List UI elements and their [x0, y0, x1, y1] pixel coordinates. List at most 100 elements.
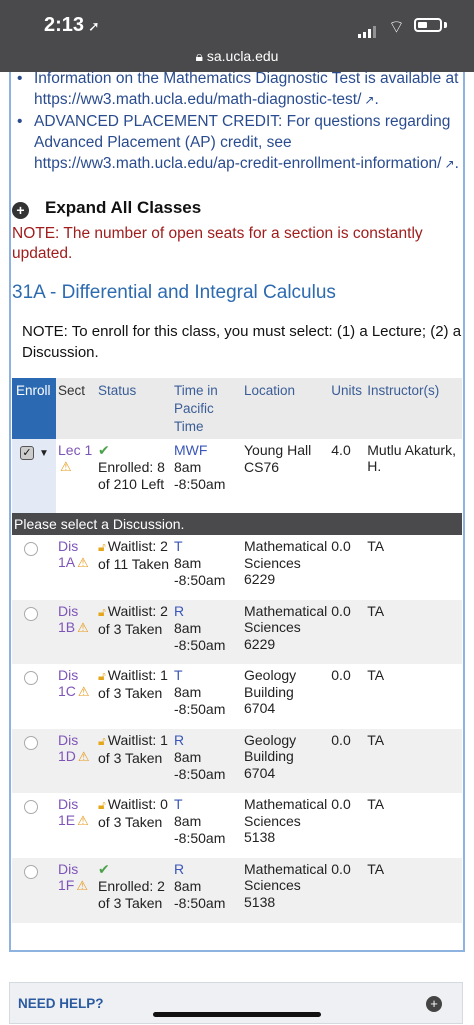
check-icon: ✔	[98, 442, 110, 458]
location-link[interactable]: Geology Building 6704	[242, 728, 330, 794]
location-link[interactable]: Mathematical Sciences 5138	[242, 857, 330, 923]
section-link[interactable]: Dis 1C	[58, 667, 78, 699]
units-text: 0.0	[329, 599, 366, 665]
instructor-text: TA	[365, 599, 462, 665]
discussion-row: Dis 1F ⚠ ✔ Enrolled: 2 of 3 Taken R 8am -8:50…	[12, 857, 462, 923]
external-link-icon: ↗	[444, 157, 455, 171]
discussion-radio[interactable]	[24, 864, 38, 879]
instructor-text: Mutlu Akaturk, H.	[365, 439, 462, 513]
need-help-panel[interactable]: NEED HELP? +	[9, 982, 463, 1024]
section-link[interactable]: Dis 1B	[58, 603, 78, 635]
cellular-signal-icon	[358, 20, 378, 38]
unlocked-padlock-icon: 🔓︎	[98, 604, 106, 619]
instructor-text: TA	[365, 857, 462, 923]
unlocked-padlock-icon: 🔓︎	[98, 669, 106, 684]
lecture-checkbox[interactable]: ✓	[20, 446, 34, 460]
math-diagnostic-link[interactable]: https://ww3.math.ucla.edu/math-diagnosti…	[34, 91, 361, 108]
units-text: 0.0	[329, 664, 366, 729]
header-sect: Sect	[58, 383, 86, 398]
time-text: 8am -8:50am	[174, 459, 226, 492]
time-text: 8am -8:50am	[174, 619, 226, 653]
location-link[interactable]: Geology Building 6704	[242, 664, 330, 729]
units-text: 0.0	[329, 728, 366, 794]
status-text: Waitlist: 1 of 3 Taken	[98, 731, 168, 766]
header-instructor: Instructor(s)	[367, 383, 440, 398]
units-text: 0.0	[329, 857, 366, 923]
discussion-radio[interactable]	[24, 735, 38, 750]
discussion-radio[interactable]	[24, 800, 38, 815]
discussion-row: Dis 1A ⚠ 🔓︎ Waitlist: 2 of 11 Taken T 8am -8:…	[12, 535, 462, 600]
discussion-radio[interactable]	[24, 542, 38, 556]
time-text: 8am -8:50am	[174, 877, 226, 911]
lecture-row: ✓ ▼ Lec 1 ⚠ ✔ Enrolled: 8 of 210 Left MWF 8a…	[12, 439, 462, 513]
location-link[interactable]: Young Hall CS76	[242, 439, 330, 513]
ap-credit-link[interactable]: https://ww3.math.ucla.edu/ap-credit-enro…	[34, 155, 442, 172]
discussion-row: Dis 1D ⚠ 🔓︎ Waitlist: 1 of 3 Taken R 8am -8:5…	[12, 728, 462, 794]
status-text: Enrolled: 2 of 3 Taken	[98, 877, 165, 911]
location-link[interactable]: Mathematical Sciences 6229	[242, 599, 330, 665]
days-link[interactable]: T	[174, 796, 183, 812]
location-link[interactable]: Mathematical Sciences 5138	[242, 793, 330, 858]
discussion-row: Dis 1E ⚠ 🔓︎ Waitlist: 0 of 3 Taken T 8am -8:5…	[12, 793, 462, 858]
need-help-label: NEED HELP?	[18, 996, 104, 1011]
discussion-radio[interactable]	[24, 606, 38, 621]
info-list: Information on the Mathematics Diagnosti…	[14, 68, 460, 175]
days-link[interactable]: MWF	[174, 442, 207, 458]
bullet-text: Information on the Mathematics Diagnosti…	[34, 70, 459, 87]
days-link[interactable]: R	[174, 732, 184, 748]
status-text: Waitlist: 2 of 11 Taken	[98, 538, 170, 572]
enroll-note: NOTE: To enroll for this class, you must…	[22, 323, 462, 361]
status-text: Waitlist: 1 of 3 Taken	[98, 667, 168, 702]
header-location: Location	[244, 383, 296, 398]
status-text: Waitlist: 2 of 3 Taken	[98, 602, 168, 637]
time-text: 8am -8:50am	[174, 684, 226, 718]
address-bar[interactable]: 🔒︎ sa.ucla.edu	[0, 48, 474, 65]
lock-icon: 🔒︎	[195, 48, 203, 64]
course-title[interactable]: 31A - Differential and Integral Calculus	[12, 282, 336, 304]
days-link[interactable]: T	[174, 667, 183, 683]
discussion-row: Dis 1C ⚠ 🔓︎ Waitlist: 1 of 3 Taken T 8am -8:5…	[12, 664, 462, 729]
section-link[interactable]: Dis 1E	[58, 796, 78, 828]
header-time: Time in Pacific Time	[174, 383, 218, 434]
section-link[interactable]: Dis 1D	[58, 732, 78, 764]
warning-icon: ⚠	[60, 459, 72, 474]
instructor-text: TA	[365, 535, 462, 600]
status-text: Waitlist: 0 of 3 Taken	[98, 796, 168, 831]
expand-all-classes-button[interactable]: + Expand All Classes	[12, 198, 201, 219]
list-item: Information on the Mathematics Diagnosti…	[14, 68, 460, 111]
sections-table: Enroll Sect Status Time in Pacific Time …	[12, 378, 462, 923]
home-indicator	[153, 1012, 321, 1017]
unlocked-padlock-icon: 🔓︎	[98, 540, 106, 554]
list-item: ADVANCED PLACEMENT CREDIT: For questions…	[14, 111, 460, 175]
external-link-icon: ↗	[364, 93, 375, 107]
warning-icon: ⚠	[77, 555, 89, 570]
header-enroll: Enroll	[12, 378, 56, 439]
status-text: Enrolled: 8 of 210 Left	[98, 459, 165, 492]
unlocked-padlock-icon: 🔓︎	[98, 733, 106, 748]
header-status: Status	[98, 383, 137, 398]
caret-down-icon[interactable]: ▼	[39, 448, 49, 459]
instructor-text: TA	[365, 728, 462, 794]
days-link[interactable]: R	[174, 861, 184, 877]
plus-circle-icon: +	[12, 202, 29, 219]
units-text: 0.0	[329, 793, 366, 858]
check-icon: ✔	[98, 860, 110, 877]
discussion-prompt-row: Please select a Discussion.	[12, 513, 462, 535]
days-link[interactable]: T	[174, 538, 183, 554]
plus-circle-icon[interactable]: +	[426, 996, 442, 1012]
warning-icon: ⚠	[76, 877, 88, 893]
warning-icon: ⚠	[77, 748, 90, 764]
discussion-radio[interactable]	[24, 671, 38, 686]
section-link[interactable]: Lec 1	[58, 442, 92, 458]
warning-icon: ⚠	[77, 813, 89, 829]
discussion-prompt: Please select a Discussion.	[12, 513, 462, 535]
location-link[interactable]: Mathematical Sciences 6229	[242, 535, 330, 600]
discussion-row: Dis 1B ⚠ 🔓︎ Waitlist: 2 of 3 Taken R 8am -8:5…	[12, 599, 462, 665]
time-text: 8am -8:50am	[174, 555, 226, 588]
battery-icon	[414, 18, 442, 32]
seats-note: NOTE: The number of open seats for a sec…	[12, 225, 423, 262]
unlocked-padlock-icon: 🔓︎	[98, 798, 106, 813]
table-header-row: Enroll Sect Status Time in Pacific Time …	[12, 378, 462, 439]
days-link[interactable]: R	[174, 603, 184, 619]
section-link[interactable]: Dis 1A	[58, 538, 78, 570]
